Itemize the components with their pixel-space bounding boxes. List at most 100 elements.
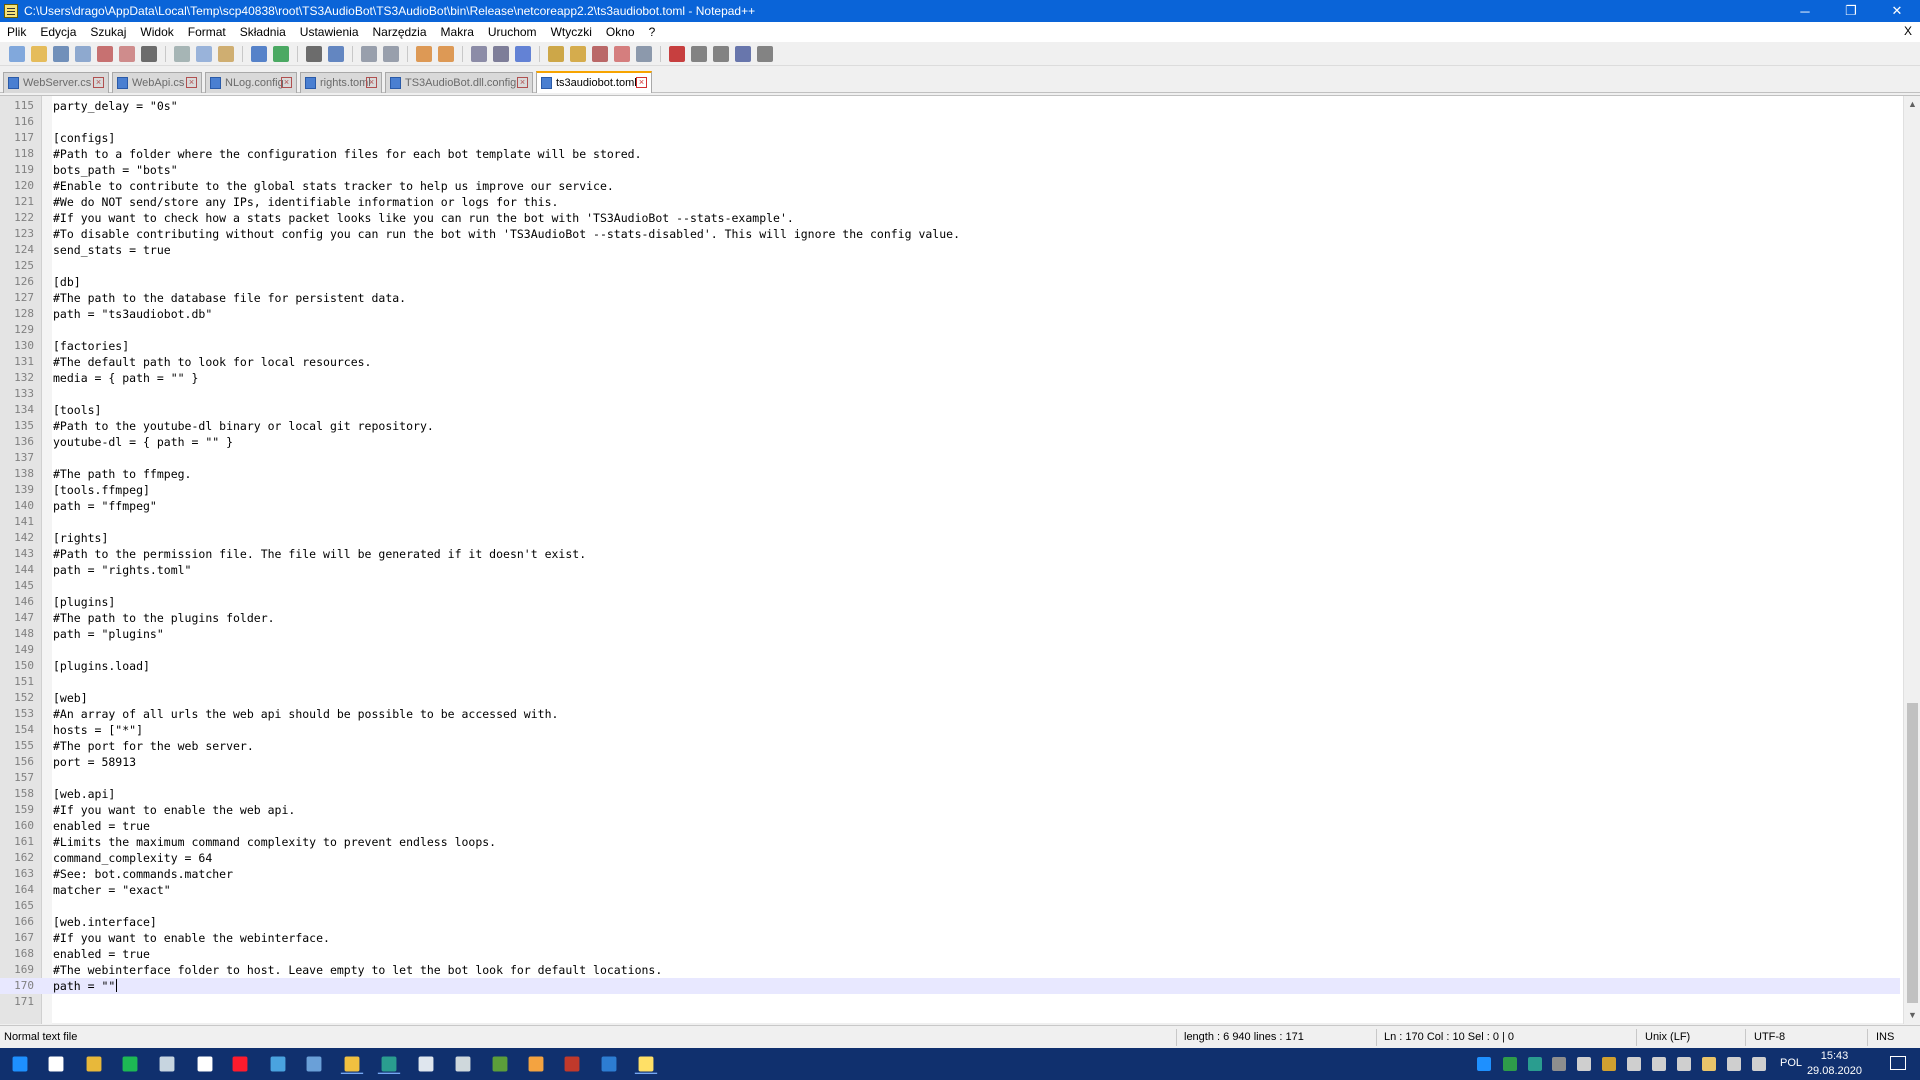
menu-wtyczki[interactable]: Wtyczki [544,25,599,39]
task-view-icon[interactable] [48,1056,64,1072]
new-file-icon[interactable] [9,45,25,62]
menu-skladnia[interactable]: Składnia [233,25,293,39]
code-line[interactable]: 159 #If you want to enable the web api. [0,802,1900,818]
code-line[interactable]: 152 [web] [0,690,1900,706]
code-line[interactable]: 138 #The path to ffmpeg. [0,466,1900,482]
steam-tray-icon[interactable] [1677,1057,1691,1071]
code-line[interactable]: 171 [0,994,1900,1010]
maximize-button[interactable]: ❐ [1828,0,1874,22]
tab-close-icon[interactable]: × [93,77,104,88]
code-line[interactable]: 170 path = "" [0,978,1900,994]
unity-icon[interactable] [455,1056,471,1072]
file-explorer-icon[interactable] [86,1056,102,1072]
menu-widok[interactable]: Widok [133,25,180,39]
code-line[interactable]: 149 [0,642,1900,658]
monitoring-icon[interactable] [636,45,652,62]
scrollbar-thumb[interactable] [1907,703,1918,1003]
code-line[interactable]: 140 path = "ffmpeg" [0,498,1900,514]
code-line[interactable]: 133 [0,386,1900,402]
editor[interactable]: 115 party_delay = "0s" 116 117 [configs] 118 #… [0,95,1920,1024]
cut-icon[interactable] [174,45,190,62]
spotify-icon[interactable] [122,1056,138,1072]
code-line[interactable]: 153 #An array of all urls the web api sho… [0,706,1900,722]
app-icon[interactable] [270,1056,286,1072]
app-tray-icon[interactable] [1528,1057,1542,1071]
tab-close-icon[interactable]: × [281,77,292,88]
code-line[interactable]: 131 #The default path to look for local r… [0,354,1900,370]
close-icon[interactable] [97,45,113,62]
code-line[interactable]: 142 [rights] [0,530,1900,546]
save-all-icon[interactable] [75,45,91,62]
menu-help[interactable]: ? [642,25,663,39]
minimize-button[interactable]: ─ [1782,0,1828,22]
redo-icon[interactable] [273,45,289,62]
network-app-icon[interactable] [377,1056,401,1074]
code-line[interactable]: 125 [0,258,1900,274]
menu-makra[interactable]: Makra [434,25,481,39]
app-icon[interactable] [564,1056,580,1072]
status-insert-mode[interactable]: INS [1876,1031,1894,1043]
menu-okno[interactable]: Okno [599,25,642,39]
tab-close-icon[interactable]: × [636,77,647,88]
code-line[interactable]: 169 #The webinterface folder to host. Lea… [0,962,1900,978]
volume-tray-icon[interactable] [1727,1057,1741,1071]
code-line[interactable]: 130 [factories] [0,338,1900,354]
folder-workspace-icon[interactable] [614,45,630,62]
zoom-in-icon[interactable] [361,45,377,62]
code-line[interactable]: 143 #Path to the permission file. The fil… [0,546,1900,562]
code-line[interactable]: 151 [0,674,1900,690]
code-line[interactable]: 136 youtube-dl = { path = "" } [0,434,1900,450]
code-line[interactable]: 117 [configs] [0,130,1900,146]
winscp-icon[interactable] [340,1056,364,1074]
tab-webserver-cs[interactable]: WebServer.cs × [3,72,109,93]
tab-nlog-config[interactable]: NLog.config × [205,72,297,93]
steam-icon[interactable] [159,1056,175,1072]
code-line[interactable]: 141 [0,514,1900,530]
tab-close-icon[interactable]: × [517,77,528,88]
word-wrap-icon[interactable] [471,45,487,62]
run-macro-multiple-icon[interactable] [735,45,751,62]
print-icon[interactable] [141,45,157,62]
windows-start-icon[interactable] [12,1056,28,1072]
menu-szukaj[interactable]: Szukaj [83,25,133,39]
code-line[interactable]: 121 #We do NOT send/store any IPs, identi… [0,194,1900,210]
code-line[interactable]: 160 enabled = true [0,818,1900,834]
app-icon[interactable] [418,1056,434,1072]
tab-webapi-cs[interactable]: WebApi.cs × [112,72,202,93]
indent-guide-icon[interactable] [515,45,531,62]
sync-vertical-icon[interactable] [416,45,432,62]
open-file-icon[interactable] [31,45,47,62]
help-tray-icon[interactable] [1477,1057,1491,1071]
menu-edycja[interactable]: Edycja [33,25,83,39]
save-icon[interactable] [53,45,69,62]
code-line[interactable]: 166 [web.interface] [0,914,1900,930]
network-tray-icon[interactable] [1752,1057,1766,1071]
code-line[interactable]: 129 [0,322,1900,338]
code-line[interactable]: 167 #If you want to enable the webinterfa… [0,930,1900,946]
close-button[interactable]: ✕ [1874,0,1920,22]
code-line[interactable]: 148 path = "plugins" [0,626,1900,642]
code-line[interactable]: 124 send_stats = true [0,242,1900,258]
vertical-scrollbar[interactable]: ▲ ▼ [1903,96,1920,1024]
stop-macro-icon[interactable] [691,45,707,62]
sync-horizontal-icon[interactable] [438,45,454,62]
app-tray-icon[interactable] [1652,1057,1666,1071]
code-line[interactable]: 161 #Limits the maximum command complexit… [0,834,1900,850]
close-document-button[interactable]: X [1904,24,1912,38]
code-line[interactable]: 155 #The port for the web server. [0,738,1900,754]
code-line[interactable]: 116 [0,114,1900,130]
menu-narzedzia[interactable]: Narzędzia [366,25,434,39]
notification-icon[interactable] [1890,1056,1906,1070]
app-tray-icon[interactable] [1552,1057,1566,1071]
code-line[interactable]: 127 #The path to the database file for pe… [0,290,1900,306]
input-language[interactable]: POL [1780,1057,1802,1069]
code-line[interactable]: 145 [0,578,1900,594]
code-line[interactable]: 146 [plugins] [0,594,1900,610]
undo-icon[interactable] [251,45,267,62]
code-line[interactable]: 126 [db] [0,274,1900,290]
status-encoding[interactable]: UTF-8 [1754,1031,1785,1043]
tab-ts3audiobot-toml[interactable]: ts3audiobot.toml × [536,71,652,93]
doc-map-icon[interactable] [570,45,586,62]
code-line[interactable]: 120 #Enable to contribute to the global s… [0,178,1900,194]
code-line[interactable]: 134 [tools] [0,402,1900,418]
